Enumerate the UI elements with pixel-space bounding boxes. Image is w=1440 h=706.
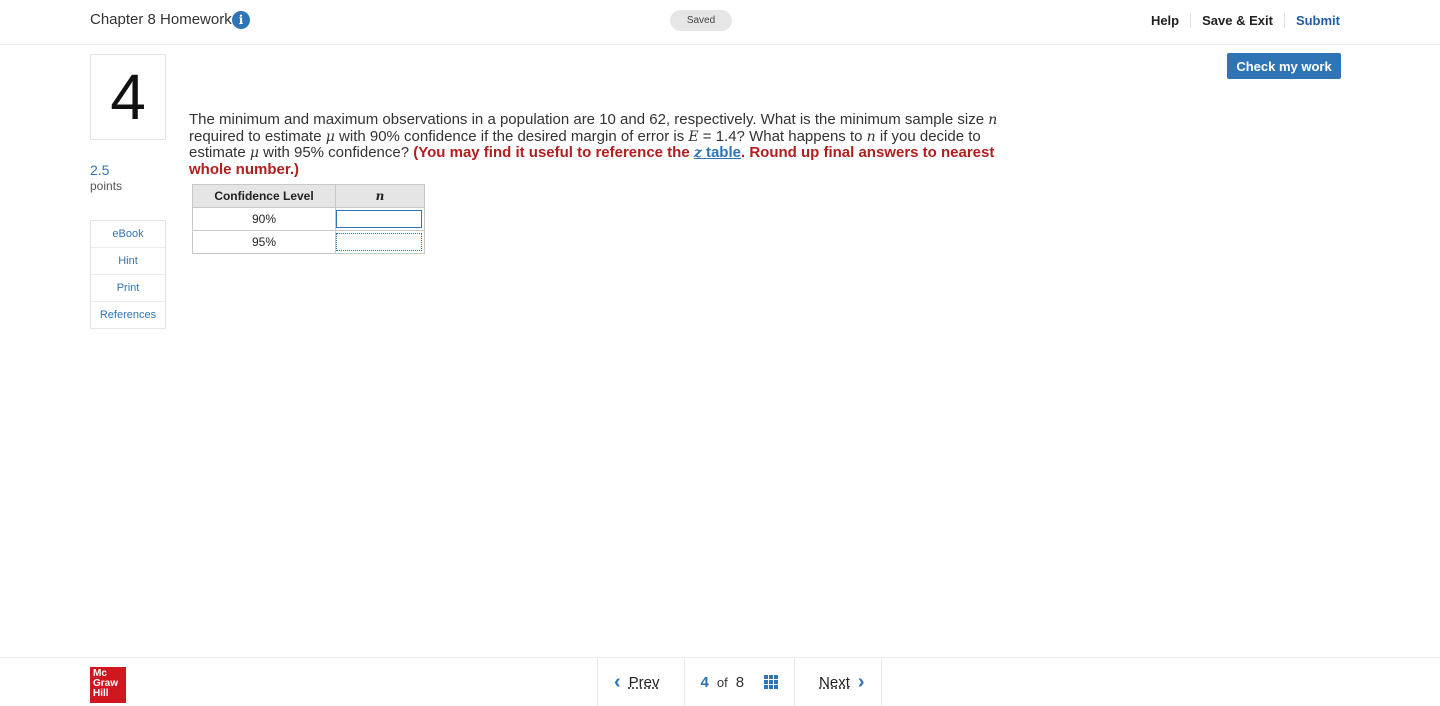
top-bar: Chapter 8 Homework i Saved Help Save & E…	[0, 0, 1440, 45]
n-input-95[interactable]	[336, 233, 422, 251]
points-label: points	[90, 179, 123, 193]
table-header-row: Confidence Level n	[192, 184, 425, 208]
next-button[interactable]: Next ›	[794, 658, 882, 706]
saved-status-badge: Saved	[670, 10, 732, 31]
current-question: 4	[700, 673, 709, 691]
total-questions: 8	[735, 673, 745, 691]
ebook-link[interactable]: eBook	[91, 221, 165, 248]
grid-icon	[764, 675, 779, 689]
print-link[interactable]: Print	[91, 275, 165, 302]
prev-label: Prev	[628, 673, 660, 691]
question-map-button[interactable]: 4 of 8	[683, 658, 795, 706]
info-icon[interactable]: i	[232, 11, 250, 29]
z-table-link[interactable]: z table	[694, 144, 741, 161]
of-label: of	[716, 674, 728, 690]
answer-table: Confidence Level n 90% 95%	[192, 184, 425, 254]
question-number: 4	[90, 54, 166, 140]
question-pager: ‹ Prev 4 of 8 Next ›	[597, 658, 882, 706]
confidence-level-cell: 95%	[192, 230, 336, 254]
header-n: n	[335, 184, 425, 208]
var-mu: μ	[325, 128, 335, 145]
submit-link[interactable]: Submit	[1283, 13, 1340, 28]
table-row: 95%	[192, 230, 425, 254]
n-cell	[335, 230, 425, 254]
references-link[interactable]: References	[91, 302, 165, 328]
confidence-level-cell: 90%	[192, 207, 336, 231]
header-confidence-level: Confidence Level	[192, 184, 336, 208]
header-links: Help Save & Exit Submit	[1140, 13, 1340, 28]
var-e: E	[688, 128, 699, 145]
table-row: 90%	[192, 207, 425, 231]
check-my-work-button[interactable]: Check my work	[1227, 53, 1341, 79]
assignment-title: Chapter 8 Homework	[90, 11, 232, 28]
question-text: The minimum and maximum observations in …	[189, 111, 998, 178]
n-cell	[335, 207, 425, 231]
resource-menu: eBook Hint Print References	[90, 220, 166, 329]
hint-link[interactable]: Hint	[91, 248, 165, 275]
next-label: Next	[819, 673, 850, 691]
var-mu: μ	[249, 145, 259, 161]
n-input-90[interactable]	[336, 210, 422, 228]
footer: Mc Graw Hill ‹ Prev 4 of 8 Next ›	[0, 657, 1440, 706]
var-n: n	[988, 112, 998, 128]
chevron-left-icon: ‹	[614, 670, 621, 693]
help-link[interactable]: Help	[1140, 13, 1190, 28]
points-value: 2.5	[90, 162, 110, 178]
mcgraw-hill-logo: Mc Graw Hill	[90, 667, 126, 703]
prev-button[interactable]: ‹ Prev	[597, 658, 684, 706]
var-n: n	[866, 128, 876, 145]
save-exit-link[interactable]: Save & Exit	[1190, 13, 1284, 28]
chevron-right-icon: ›	[857, 670, 865, 693]
